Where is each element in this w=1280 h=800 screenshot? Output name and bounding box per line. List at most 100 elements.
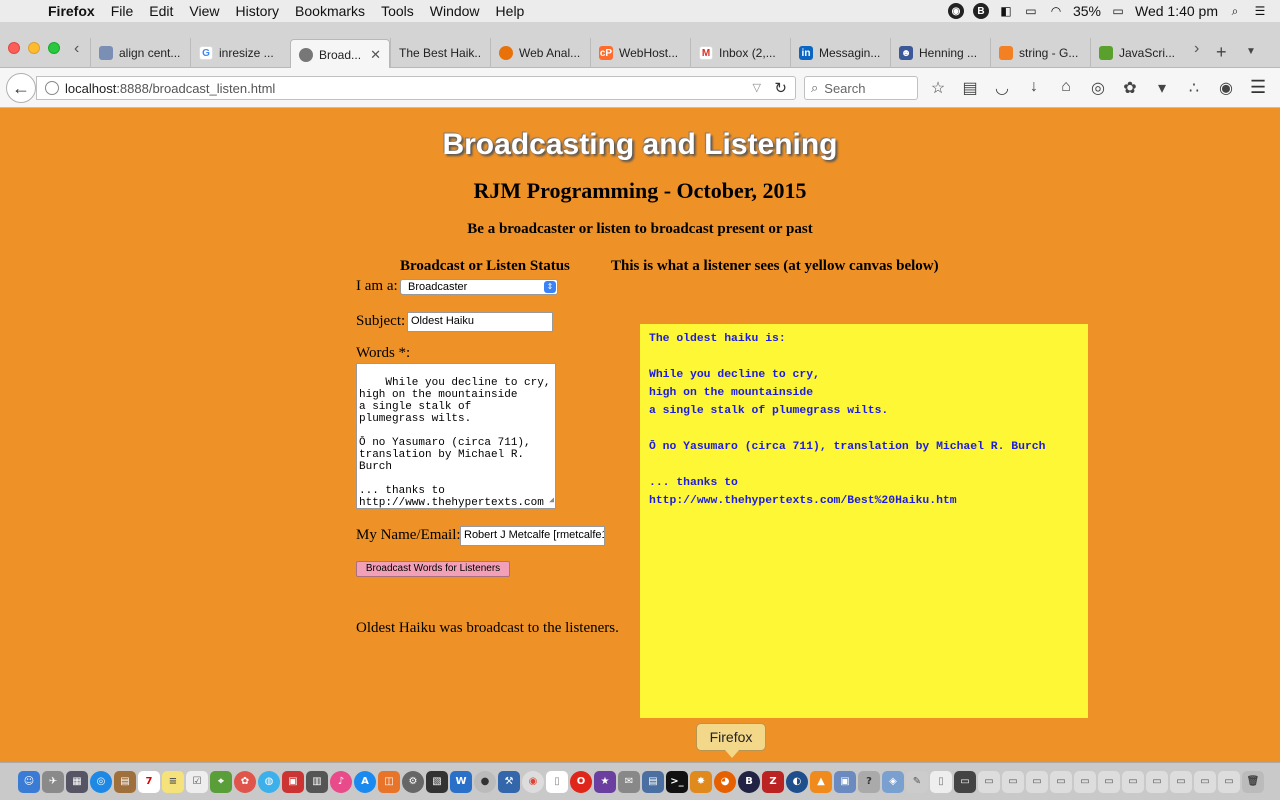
broadcast-button[interactable]: Broadcast Words for Listeners	[356, 561, 510, 577]
clock[interactable]: Wed 1:40 pm	[1135, 3, 1218, 19]
ibooks-icon[interactable]: ◫	[378, 770, 400, 793]
status-app-icon[interactable]: ◉	[947, 3, 964, 19]
app-store-icon[interactable]: A	[354, 770, 376, 793]
window-thumbnail-10-icon[interactable]: ▭	[1170, 770, 1192, 793]
menu-history[interactable]: History	[227, 3, 287, 19]
url-bar[interactable]: localhost :8888/broadcast_listen.html ▽ …	[36, 76, 796, 100]
calendar-icon[interactable]: 7	[138, 770, 160, 793]
url-history-dropdown-icon[interactable]: ▽	[753, 81, 761, 94]
home-icon[interactable]: ⌂	[1056, 78, 1076, 98]
window-zoom-button[interactable]	[48, 42, 60, 54]
menu-window[interactable]: Window	[422, 3, 488, 19]
screen-sharing-icon[interactable]: ▣	[834, 770, 856, 793]
extension-dropdown-icon[interactable]: ▾	[1152, 78, 1172, 98]
chrome-icon[interactable]: ◉	[522, 770, 544, 793]
safari-icon[interactable]: ◎	[90, 770, 112, 793]
app-menu[interactable]: Firefox	[40, 3, 103, 19]
window-thumbnail-3-icon[interactable]: ▭	[1002, 770, 1024, 793]
reminders-icon[interactable]: ☑	[186, 770, 208, 793]
window-thumbnail-1-icon[interactable]: ▭	[954, 770, 976, 793]
role-select[interactable]: Broadcaster ⇕	[400, 279, 558, 295]
virtual-box-icon[interactable]: ◈	[882, 770, 904, 793]
spotlight-search-icon[interactable]: ⌕	[1227, 3, 1243, 19]
extension-dots-icon[interactable]: ∴	[1184, 78, 1204, 98]
window-thumbnail-4-icon[interactable]: ▭	[1026, 770, 1048, 793]
pocket-icon[interactable]: ◡	[992, 78, 1012, 98]
tab-inbox[interactable]: M Inbox (2,...	[690, 38, 790, 68]
menu-edit[interactable]: Edit	[141, 3, 181, 19]
file-icon[interactable]: ▯	[930, 770, 952, 793]
tab-henning[interactable]: ☻ Henning ...	[890, 38, 990, 68]
window-close-button[interactable]	[8, 42, 20, 54]
word-icon[interactable]: W	[450, 770, 472, 793]
status-b-icon[interactable]: B	[972, 3, 989, 19]
extension-icon[interactable]: ✿	[1120, 78, 1140, 98]
window-thumbnail-6-icon[interactable]: ▭	[1074, 770, 1096, 793]
menu-view[interactable]: View	[181, 3, 227, 19]
bookmark-star-icon[interactable]: ☆	[928, 78, 948, 98]
firefox-icon[interactable]: ◕	[714, 770, 736, 793]
window-thumbnail-5-icon[interactable]: ▭	[1050, 770, 1072, 793]
search-box[interactable]: ⌕ Search	[804, 76, 918, 100]
sync-icon[interactable]: ◎	[1088, 78, 1108, 98]
reading-list-icon[interactable]: ▤	[960, 78, 980, 98]
photo-app-icon[interactable]: ▦	[66, 770, 88, 793]
battery-icon[interactable]: ▭	[1110, 3, 1126, 19]
window-thumbnail-2-icon[interactable]: ▭	[978, 770, 1000, 793]
window-thumbnail-8-icon[interactable]: ▭	[1122, 770, 1144, 793]
menu-help[interactable]: Help	[488, 3, 533, 19]
tab-best-haiku[interactable]: The Best Haik...	[390, 38, 490, 68]
status-speaker-icon[interactable]: ◧	[998, 3, 1014, 19]
finder-icon[interactable]: ☺	[18, 770, 40, 793]
image-capture-icon[interactable]: ✉	[618, 770, 640, 793]
new-tab-icon[interactable]: +	[1216, 42, 1227, 63]
wifi-icon[interactable]: ◠	[1048, 3, 1064, 19]
site-info-icon[interactable]	[45, 81, 59, 95]
window-thumbnail-7-icon[interactable]: ▭	[1098, 770, 1120, 793]
tab-align-center[interactable]: align cent...	[90, 38, 190, 68]
menu-tools[interactable]: Tools	[373, 3, 422, 19]
open-menu-icon[interactable]: ☰	[1250, 77, 1266, 98]
xcode-icon[interactable]: ⚒	[498, 770, 520, 793]
window-thumbnail-11-icon[interactable]: ▭	[1194, 770, 1216, 793]
tabs-scroll-right-icon[interactable]: ›	[1194, 40, 1199, 58]
menu-bookmarks[interactable]: Bookmarks	[287, 3, 373, 19]
tab-webhost[interactable]: cP WebHost...	[590, 38, 690, 68]
imovie-icon[interactable]: ★	[594, 770, 616, 793]
tab-close-icon[interactable]: ✕	[370, 47, 381, 63]
maps-icon[interactable]: ⌖	[210, 770, 232, 793]
messages-icon[interactable]: ◍	[258, 770, 280, 793]
reload-icon[interactable]: ↻	[774, 79, 787, 97]
back-arrow-icon[interactable]: ←	[6, 73, 36, 103]
preview-icon[interactable]: ▧	[426, 770, 448, 793]
tools-icon[interactable]: ✸	[690, 770, 712, 793]
menu-file[interactable]: File	[103, 3, 142, 19]
tab-string[interactable]: string - G...	[990, 38, 1090, 68]
contacts-icon[interactable]: ▤	[114, 770, 136, 793]
terminal-icon[interactable]: >_	[666, 770, 688, 793]
document-icon[interactable]: ▯	[546, 770, 568, 793]
airplay-icon[interactable]: ▭	[1023, 3, 1039, 19]
tab-javascript[interactable]: JavaScri...	[1090, 38, 1190, 68]
tab-inresize[interactable]: G inresize ...	[190, 38, 290, 68]
resize-grip-icon[interactable]: ◢	[549, 495, 554, 507]
window-minimize-button[interactable]	[28, 42, 40, 54]
window-thumbnail-12-icon[interactable]: ▭	[1218, 770, 1240, 793]
vlc-icon[interactable]: ▲	[810, 770, 832, 793]
downloads-icon[interactable]: ↓	[1024, 78, 1044, 98]
notes-icon[interactable]: ≡	[162, 770, 184, 793]
photos-icon[interactable]: ✿	[234, 770, 256, 793]
tab-list-chevron-icon[interactable]: ▼	[1246, 46, 1256, 57]
script-editor-icon[interactable]: ✎	[906, 770, 928, 793]
launchpad-icon[interactable]: ✈	[42, 770, 64, 793]
mission-control-icon[interactable]: ▥	[306, 770, 328, 793]
tab-web-analytics[interactable]: Web Anal...	[490, 38, 590, 68]
help-icon[interactable]: ?	[858, 770, 880, 793]
itunes-icon[interactable]: ♪	[330, 770, 352, 793]
name-email-input[interactable]: Robert J Metcalfe [rmetcalfe15	[460, 526, 605, 546]
system-preferences-icon[interactable]: ⚙	[402, 770, 424, 793]
photo-booth-icon[interactable]: ▣	[282, 770, 304, 793]
browser-icon[interactable]: ◐	[786, 770, 808, 793]
tab-messaging[interactable]: in Messagin...	[790, 38, 890, 68]
window-thumbnail-9-icon[interactable]: ▭	[1146, 770, 1168, 793]
